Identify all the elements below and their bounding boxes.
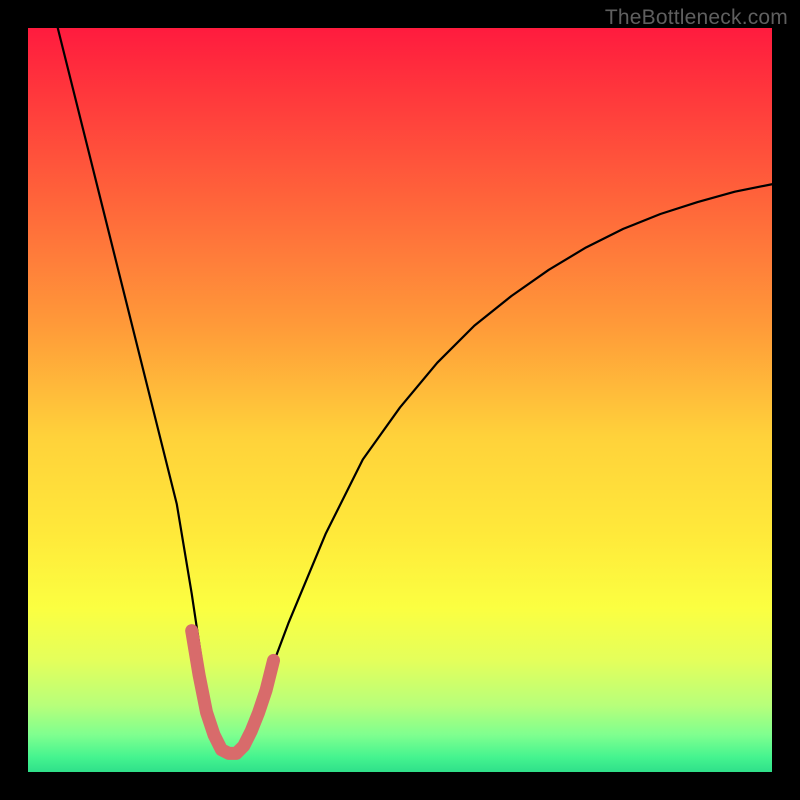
chart-area (28, 28, 772, 772)
black-curve (58, 28, 772, 750)
watermark-text: TheBottleneck.com (605, 6, 788, 30)
highlight-curve (192, 631, 274, 754)
curve-svg (28, 28, 772, 772)
